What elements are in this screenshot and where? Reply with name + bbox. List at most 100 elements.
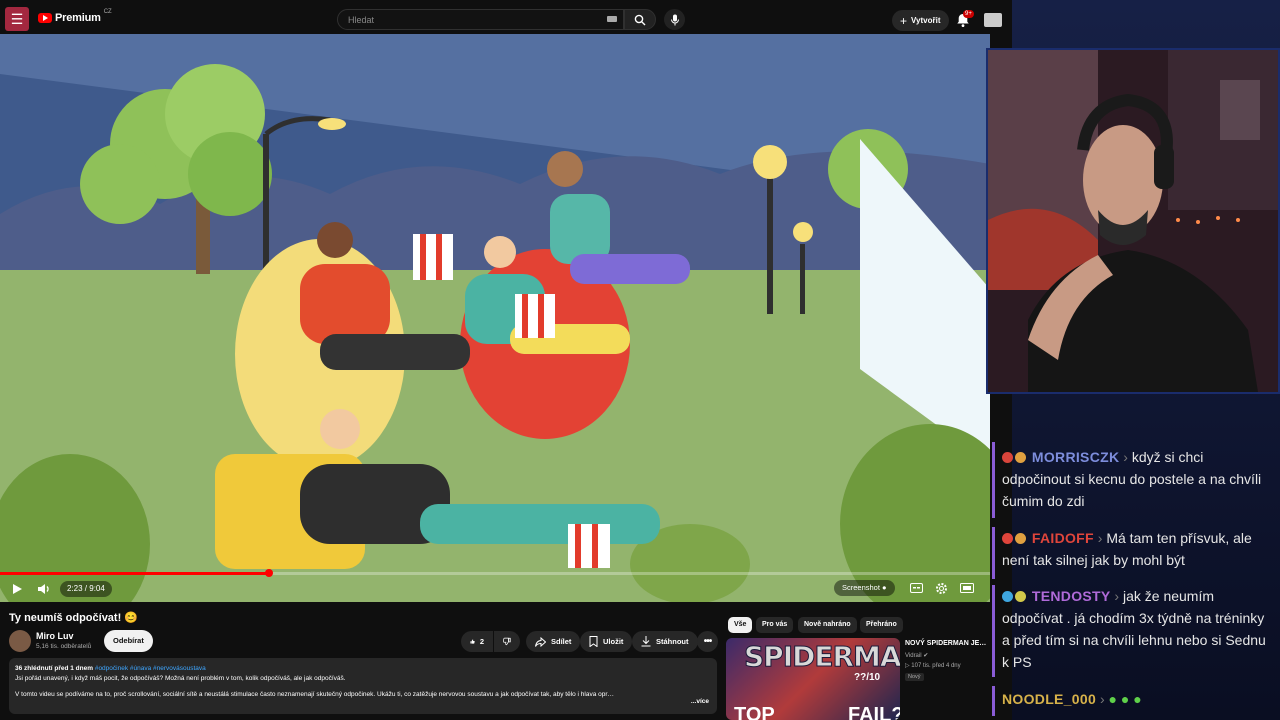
related-channel-name: Vidrail — [905, 653, 922, 659]
notification-count-badge: 9+ — [963, 10, 974, 18]
description-line-1: Jsi pořád unavený, i když máš pocit, že … — [15, 675, 346, 682]
chat-username[interactable]: NOODLE_000 — [1002, 691, 1096, 707]
chat-message: MORRISCZK › když si chci odpočinout si k… — [1002, 446, 1272, 512]
webcam-image — [988, 50, 1278, 392]
chip-watched[interactable]: Přehráno — [860, 617, 903, 633]
time-display: 2:23 / 9:04 — [60, 581, 112, 597]
download-icon — [641, 636, 651, 647]
search-input[interactable]: Hledat — [337, 9, 624, 30]
video-frame-illustration — [0, 34, 990, 602]
chat-separator: › — [1099, 691, 1105, 707]
badge-icon — [1002, 591, 1013, 602]
subtitles-icon — [909, 583, 923, 593]
gear-icon — [935, 582, 947, 594]
video-player[interactable] — [0, 34, 990, 602]
subscriber-count: 5,16 tis. odběratelů — [36, 643, 92, 650]
chat-bar — [992, 585, 995, 677]
youtube-play-icon — [38, 13, 52, 23]
progress-bar[interactable] — [0, 569, 990, 577]
related-channel[interactable]: Vidrail ✔ — [905, 652, 928, 659]
thumbnail-top: TOP — [734, 704, 775, 720]
emote-icon: ● — [1133, 691, 1142, 707]
emote-icon: ● — [1120, 691, 1130, 707]
badge-icon — [1002, 533, 1013, 544]
subscribe-button[interactable]: Odebírat — [104, 630, 153, 652]
screenshot-label: Screenshot — [842, 583, 880, 592]
create-button[interactable]: + Vytvořit — [892, 10, 949, 31]
progress-fill — [0, 572, 270, 575]
volume-button[interactable] — [36, 581, 52, 597]
brand-label: Premium — [55, 12, 101, 24]
more-actions-button[interactable]: ••• — [697, 631, 718, 652]
chip-all[interactable]: Vše — [728, 617, 753, 633]
volume-icon — [38, 584, 49, 594]
channel-name[interactable]: Miro Luv — [36, 631, 74, 641]
account-avatar[interactable] — [984, 13, 1002, 27]
chip-new[interactable]: Nově nahráno — [798, 617, 857, 633]
region-label: CZ — [103, 9, 112, 15]
save-label: Uložit — [603, 637, 624, 646]
badge-icon — [1015, 452, 1026, 463]
search-button[interactable] — [624, 9, 656, 30]
play-button[interactable] — [9, 581, 25, 597]
dislike-button[interactable] — [494, 631, 520, 652]
youtube-logo[interactable]: Premium CZ — [38, 9, 112, 24]
screenshot-button[interactable]: Screenshot ● — [834, 580, 895, 596]
settings-button[interactable] — [934, 581, 948, 595]
microphone-icon — [670, 14, 679, 25]
webcam-feed — [986, 48, 1280, 394]
plus-icon: + — [900, 13, 908, 28]
chat-separator: › — [1123, 449, 1128, 465]
badge-icon — [1015, 533, 1026, 544]
video-title: Ty neumíš odpočívat! 😊 — [9, 612, 139, 624]
thumbnail-score: ??/10 — [854, 672, 881, 683]
chat-bar — [992, 686, 995, 716]
thumbs-up-icon — [470, 639, 475, 644]
bookmark-icon — [589, 636, 598, 647]
thumbnail-fail: FAIL? — [848, 704, 900, 720]
related-views: ▷ 107 tis. před 4 dny — [905, 663, 961, 669]
related-video-thumbnail[interactable]: SPIDERMAN ??/10 TOP FAIL? — [726, 638, 900, 720]
menu-icon[interactable]: ☰ — [5, 7, 29, 31]
chat-message: TENDOSTY › jak že neumím odpočívat . já … — [1002, 585, 1272, 673]
show-more-link[interactable]: ...více — [691, 697, 709, 707]
badge-icon — [1015, 591, 1026, 602]
emote-icon: ● — [1108, 691, 1117, 707]
search-icon — [634, 14, 646, 25]
theater-icon — [960, 583, 974, 593]
play-icon — [13, 584, 22, 594]
new-badge: Nový — [905, 673, 924, 681]
chat-username[interactable]: FAIDOFF — [1032, 530, 1094, 546]
chat-message: NOODLE_000 › ● ● ● — [1002, 688, 1272, 710]
like-button[interactable]: 2 — [461, 631, 493, 652]
share-icon — [535, 636, 546, 647]
badge-icon — [1002, 452, 1013, 463]
keyboard-icon[interactable] — [607, 16, 617, 22]
chat-username[interactable]: TENDOSTY — [1032, 588, 1111, 604]
save-button[interactable]: Uložit — [580, 631, 633, 652]
related-video-title[interactable]: NOVÝ SPIDERMAN JE… — [905, 640, 986, 647]
chat-separator: › — [1114, 588, 1120, 604]
channel-avatar[interactable] — [9, 630, 31, 652]
more-dots-icon: ••• — [703, 636, 712, 647]
description-box[interactable]: 36 zhlédnutí před 1 dnem #odpočinek #úna… — [9, 658, 717, 714]
thumbs-down-icon — [503, 637, 511, 646]
create-label: Vytvořit — [911, 16, 941, 25]
description-line-2: V tomto videu se podíváme na to, proč sc… — [15, 691, 615, 698]
chat-username[interactable]: MORRISCZK — [1032, 449, 1119, 465]
topbar: ☰ Premium CZ Hledat + Vytvořit 9+ — [0, 4, 1012, 34]
chat-separator: › — [1097, 530, 1103, 546]
download-button[interactable]: Stáhnout — [632, 631, 698, 652]
youtube-window: ☰ Premium CZ Hledat + Vytvořit 9+ 2:23 /… — [0, 0, 1012, 720]
verified-icon: ✔ — [923, 653, 929, 659]
chip-for-you[interactable]: Pro vás — [756, 617, 794, 633]
thumbnail-text: SPIDERMAN — [743, 640, 900, 674]
chat-bar — [992, 527, 995, 579]
voice-search-button[interactable] — [664, 9, 685, 30]
chat-bar — [992, 442, 995, 518]
hashtags[interactable]: #odpočinek #únava #nervovásoustava — [95, 665, 206, 672]
theater-mode-button[interactable] — [959, 582, 975, 594]
share-label: Sdílet — [551, 637, 572, 646]
subtitles-button[interactable] — [909, 582, 923, 594]
share-button[interactable]: Sdílet — [526, 631, 581, 652]
